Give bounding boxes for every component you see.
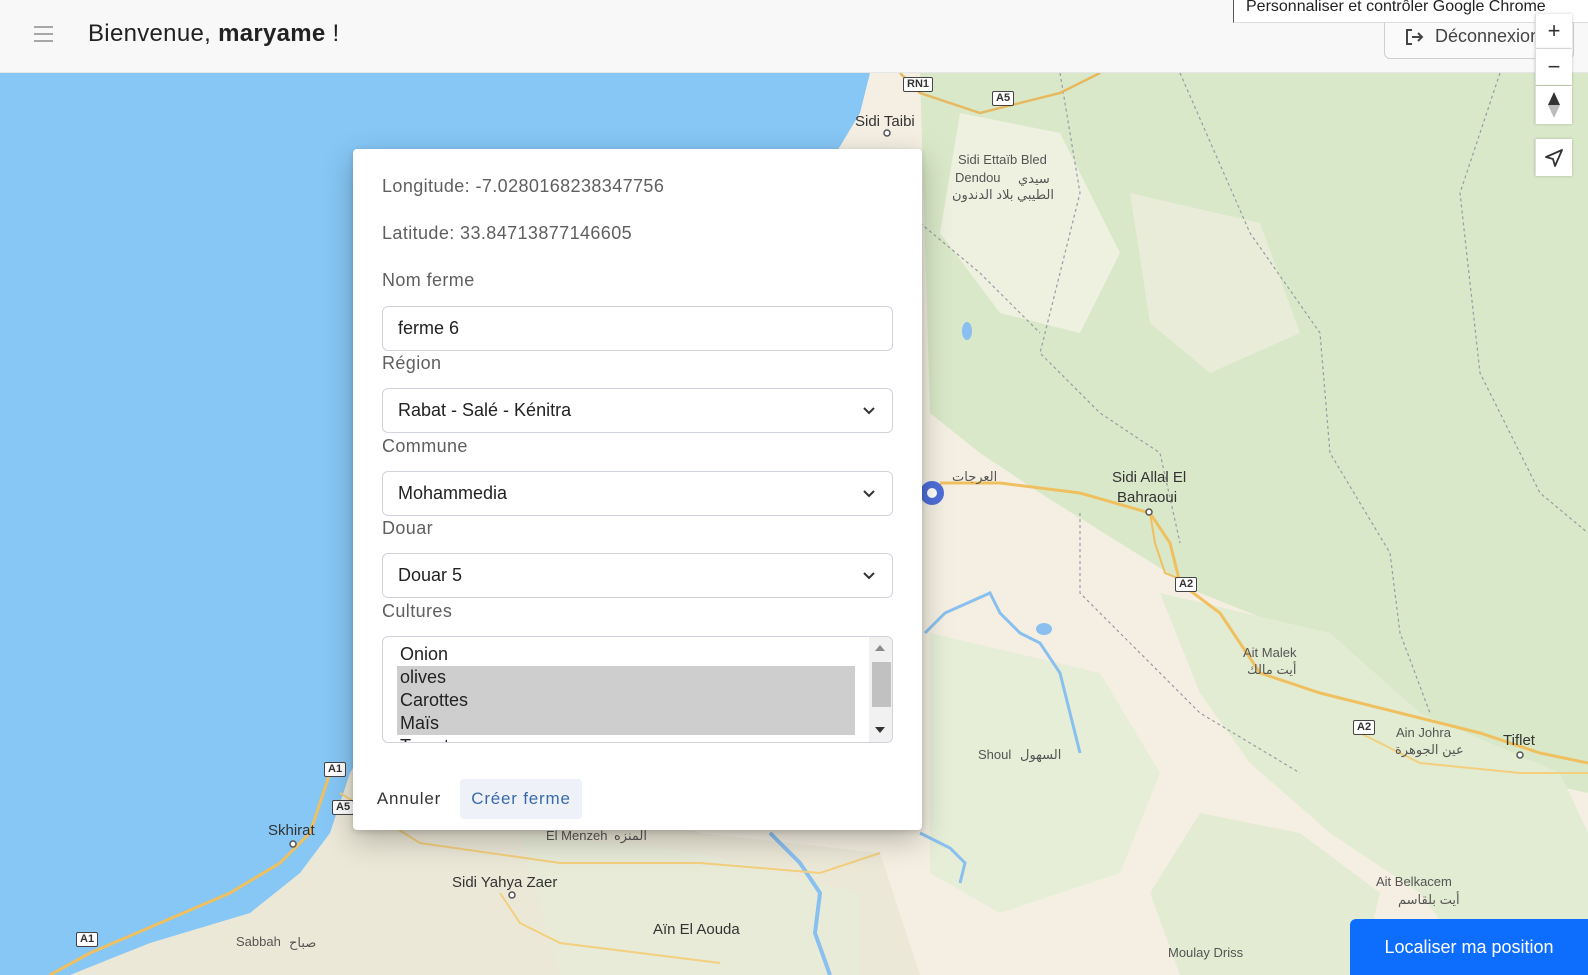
map-label: Sidi Taibi	[855, 113, 915, 130]
scroll-down-icon[interactable]	[875, 727, 885, 733]
map-label: الطيبي بلاد الدندون	[952, 187, 1054, 202]
commune-label: Commune	[382, 436, 468, 456]
geolocate-button[interactable]	[1535, 139, 1572, 176]
map-label: أيت مالك	[1247, 662, 1297, 677]
culture-option[interactable]: olives	[397, 666, 855, 689]
commune-select[interactable]: Mohammedia	[382, 471, 893, 516]
latitude-text: Latitude: 33.84713877146605	[382, 223, 633, 243]
map-label: Skhirat	[268, 822, 315, 839]
map-label: سيدي	[1018, 171, 1050, 186]
chevron-down-icon	[863, 572, 875, 580]
douar-select[interactable]: Douar 5	[382, 553, 893, 598]
road-badge: A5	[992, 91, 1015, 106]
culture-option[interactable]: Tomates	[397, 735, 855, 742]
road-badge: A2	[1175, 577, 1198, 592]
map-label: Tiflet	[1503, 732, 1535, 749]
list-scrollbar[interactable]	[869, 637, 892, 742]
farm-name-label: Nom ferme	[382, 270, 475, 290]
zoom-out-button[interactable]: −	[1535, 49, 1572, 85]
logout-icon	[1406, 28, 1424, 45]
greeting-suffix: !	[332, 20, 340, 47]
scroll-thumb[interactable]	[872, 662, 891, 707]
welcome-greeting: Bienvenue, maryame !	[88, 20, 340, 48]
logout-label: Déconnexion	[1435, 26, 1541, 46]
username: maryame	[218, 20, 326, 47]
road-badge: A2	[1353, 720, 1376, 735]
farm-name-value: ferme 6	[398, 318, 460, 338]
douar-value: Douar 5	[398, 565, 463, 585]
road-badge: A1	[324, 762, 347, 777]
menu-icon[interactable]	[34, 26, 53, 44]
longitude-text: Longitude: -7.0280168238347756	[382, 176, 665, 196]
road-badge: RN1	[903, 77, 934, 92]
greeting-prefix: Bienvenue,	[88, 20, 212, 47]
compass-button[interactable]	[1535, 86, 1572, 124]
zoom-in-button[interactable]: +	[1535, 14, 1572, 48]
culture-option[interactable]: Onion	[397, 643, 855, 666]
region-value: Rabat - Salé - Kénitra	[398, 400, 572, 420]
create-farm-button[interactable]: Créer ferme	[460, 779, 582, 819]
cancel-button[interactable]: Annuler	[363, 779, 455, 819]
commune-value: Mohammedia	[398, 483, 508, 503]
map-label: Shoul	[978, 747, 1012, 762]
road-badge: A1	[76, 932, 99, 947]
create-farm-modal: Longitude: -7.0280168238347756 Latitude:…	[353, 149, 922, 830]
scroll-up-icon[interactable]	[875, 645, 885, 651]
map-label: Moulay Driss	[1168, 945, 1244, 960]
map-label: Sidi Allal El	[1112, 469, 1187, 486]
map-label: Aïn El Aouda	[653, 921, 740, 938]
map-label: Ait Malek	[1243, 645, 1297, 660]
cultures-multiselect[interactable]: Onion olives Carottes Maïs Tomates	[382, 636, 893, 743]
map-label: Sidi Yahya Zaer	[452, 874, 558, 891]
map-label: عين الجوهرة	[1395, 742, 1464, 757]
map-label: العرجات	[952, 469, 998, 484]
navigation-arrow-icon	[1545, 148, 1563, 167]
zoom-in-icon: +	[1547, 18, 1561, 43]
chevron-down-icon	[863, 490, 875, 498]
map-label: Sidi Ettaïb Bled	[958, 152, 1047, 167]
culture-option[interactable]: Carottes	[397, 689, 855, 712]
douar-label: Douar	[382, 518, 434, 538]
map-label: Dendou	[955, 170, 1001, 185]
map-label: أيت بلقاسم	[1398, 892, 1460, 907]
top-navbar: Bienvenue, maryame ! Déconnexion Personn…	[0, 0, 1588, 73]
chevron-down-icon	[863, 407, 875, 415]
locate-position-button[interactable]: Localiser ma position	[1350, 919, 1588, 975]
region-select[interactable]: Rabat - Salé - Kénitra	[382, 388, 893, 433]
zoom-out-icon: −	[1547, 54, 1561, 79]
map-label: Ait Belkacem	[1376, 874, 1452, 889]
region-label: Région	[382, 353, 442, 373]
map-label: Bahraoui	[1117, 489, 1178, 506]
map-label: السهول	[1020, 747, 1062, 762]
cultures-label: Cultures	[382, 601, 453, 621]
map-label: صباح	[289, 935, 317, 950]
compass-icon	[1548, 92, 1560, 118]
map-label: Ain Johra	[1396, 725, 1451, 740]
map-label: Sabbah	[236, 934, 281, 949]
road-badge: A5	[332, 800, 355, 815]
culture-option[interactable]: Maïs	[397, 712, 855, 735]
farm-name-input[interactable]: ferme 6	[382, 306, 893, 351]
